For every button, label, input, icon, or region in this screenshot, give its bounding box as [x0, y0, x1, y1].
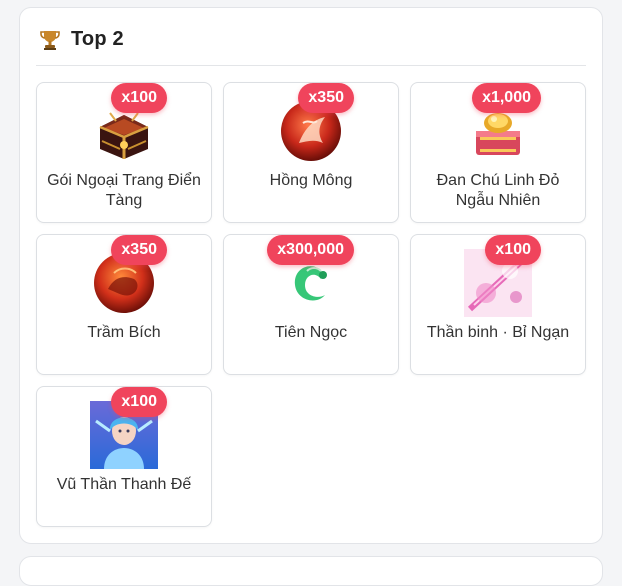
reward-name: Thần binh · Bỉ Ngạn: [426, 324, 570, 341]
reward-name: Hồng Mông: [269, 172, 353, 189]
quantity-badge: x100: [111, 83, 167, 113]
reward-grid: x100 Gói Ngoại Trang Điển Tàng x350 Hồng…: [36, 82, 586, 527]
reward-item[interactable]: x1,000 Đan Chú Linh Đỏ Ngẫu Nhiên: [410, 82, 586, 223]
reward-item[interactable]: x350 Trầm Bích: [36, 234, 212, 375]
next-section-card: [19, 556, 603, 586]
reward-item[interactable]: x100 Thần binh · Bỉ Ngạn: [410, 234, 586, 375]
reward-name: Gói Ngoại Trang Điển Tàng: [47, 172, 201, 209]
quantity-badge: x100: [485, 235, 541, 265]
reward-name: Đan Chú Linh Đỏ Ngẫu Nhiên: [436, 172, 560, 209]
quantity-badge: x100: [111, 387, 167, 417]
trophy-icon: [40, 30, 60, 50]
reward-item[interactable]: x300,000 Tiên Ngọc: [223, 234, 399, 375]
reward-card: Top 2 x100 Gói Ngoại Trang Điển Tàng x35…: [19, 7, 603, 544]
divider: [36, 65, 586, 66]
reward-item[interactable]: x100 Gói Ngoại Trang Điển Tàng: [36, 82, 212, 223]
reward-name: Trầm Bích: [87, 324, 161, 341]
section-header: Top 2: [40, 28, 124, 51]
quantity-badge: x350: [111, 235, 167, 265]
quantity-badge: x1,000: [472, 83, 541, 113]
quantity-badge: x300,000: [267, 235, 354, 265]
reward-name: Tiên Ngọc: [274, 324, 348, 341]
section-title: Top 2: [71, 28, 124, 50]
reward-name: Vũ Thần Thanh Đế: [56, 476, 192, 493]
reward-item[interactable]: x350 Hồng Mông: [223, 82, 399, 223]
reward-item[interactable]: x100 Vũ Thần Thanh Đế: [36, 386, 212, 527]
quantity-badge: x350: [298, 83, 354, 113]
